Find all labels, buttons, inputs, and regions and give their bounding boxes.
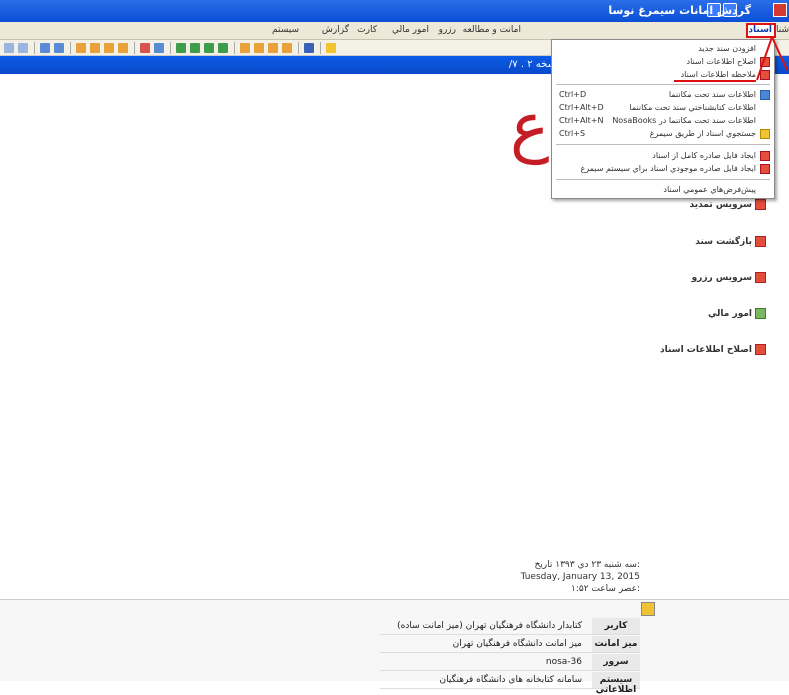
service-renew[interactable]: سرويس تمديد [690, 199, 766, 210]
app-logo-icon [773, 3, 787, 17]
menu-item-edit-document[interactable]: اصلاح اطلاعات اسناد [552, 56, 774, 68]
menu-item-export-full[interactable]: ايجاد فايل صادره کامل از اسناد [552, 150, 774, 162]
export-inventory-icon [760, 164, 770, 174]
service-finance[interactable]: امور مالي [708, 308, 766, 319]
renew-icon[interactable] [176, 43, 186, 53]
doc-edit-icon[interactable] [104, 43, 114, 53]
search-simorgh-icon [760, 129, 770, 139]
forward-icon[interactable] [4, 43, 14, 53]
menu-more[interactable]: شنا [776, 25, 789, 35]
fine-icon[interactable] [204, 43, 214, 53]
renew-service-icon [755, 199, 766, 210]
menu-bar: سيستم گزارش کارت امور مالي رزرو امانت و … [0, 22, 789, 40]
service-return[interactable]: بازگشت سند [695, 236, 766, 247]
status-info-panel: کاربر کتابدار دانشگاه فرهنگيان تهران (مي… [0, 599, 789, 695]
doc-cursor-icon [760, 90, 770, 100]
title-bar: گردش امانات سيمرغ نوسا [0, 0, 789, 22]
return-icon[interactable] [154, 43, 164, 53]
menu-item-export-inventory[interactable]: ايجاد فايل صادره موجودي اسناد براي سيستم… [552, 163, 774, 175]
menu-reserve[interactable]: رزرو [439, 25, 456, 35]
back-icon[interactable] [18, 43, 28, 53]
menu-documents[interactable]: اسناد [748, 25, 772, 35]
menu-system[interactable]: سيستم [272, 25, 299, 35]
search-icon[interactable] [326, 43, 336, 53]
menu-finance[interactable]: امور مالي [392, 25, 429, 35]
finance-service-icon [755, 308, 766, 319]
persian-date: سه شنبه ۲۳ دي ۱۳۹۳ [555, 560, 637, 570]
doc-view-icon[interactable] [118, 43, 128, 53]
menu-item-add-document[interactable]: افزودن سند جديد [552, 43, 774, 55]
report-2-icon[interactable] [254, 43, 264, 53]
simorgh-logo: ع [510, 88, 550, 165]
reserve-service-icon [755, 272, 766, 283]
card-icon[interactable] [218, 43, 228, 53]
view-document-icon [760, 70, 770, 80]
menu-card[interactable]: کارت [357, 25, 377, 35]
doc-icon[interactable] [76, 43, 86, 53]
menu-report[interactable]: گزارش [322, 25, 349, 35]
annotation-underline [674, 80, 756, 82]
window-title: گردش امانات سيمرغ نوسا [608, 4, 751, 17]
documents-dropdown-menu: افزودن سند جديد اصلاح اطلاعات اسناد ملاح… [551, 39, 775, 199]
info-row-user: کاربر کتابدار دانشگاه فرهنگيان تهران (مي… [380, 618, 640, 635]
calculator-icon[interactable] [304, 43, 314, 53]
users-icon[interactable] [40, 43, 50, 53]
menu-item-nosabooks[interactable]: Ctrl+Alt+N اطلاعات سند تحت مکاننما در No… [552, 115, 774, 127]
menu-item-doc-at-cursor[interactable]: Ctrl+D اطلاعات سند تحت مکاننما [552, 89, 774, 101]
service-edit-documents[interactable]: اصلاح اطلاعات اسناد [660, 344, 766, 355]
return-service-icon [755, 236, 766, 247]
report-3-icon[interactable] [268, 43, 278, 53]
user-search-icon[interactable] [54, 43, 64, 53]
export-full-icon [760, 151, 770, 161]
report-icon[interactable] [240, 43, 250, 53]
menu-item-biblio-at-cursor[interactable]: Ctrl+Alt+D اطلاعات کتابشناختي سند تحت مک… [552, 102, 774, 114]
menu-item-defaults[interactable]: پيش‌فرض‌هاي عمومي اسناد [552, 184, 774, 196]
loan-icon[interactable] [140, 43, 150, 53]
doc-add-icon[interactable] [90, 43, 100, 53]
date-time-area: سه شنبه ۲۳ دي ۱۳۹۳ تاريخ: Tuesday, Janua… [500, 560, 640, 598]
info-row-server: سرور nosa-36 [380, 654, 640, 671]
edit-documents-service-icon [755, 344, 766, 355]
info-row-desk: ميز امانت ميز امانت دانشگاه فرهنگيان تهر… [380, 636, 640, 653]
report-4-icon[interactable] [282, 43, 292, 53]
reserve-icon[interactable] [190, 43, 200, 53]
edit-document-icon [760, 57, 770, 67]
menu-item-search-simorgh[interactable]: Ctrl+S جستجوي اسناد از طريق سيمرغ [552, 128, 774, 140]
service-reserve[interactable]: سرويس رزرو [692, 272, 766, 283]
users-status-icon [641, 602, 655, 616]
gregorian-date: Tuesday, January 13, 2015 [520, 572, 640, 582]
menu-loan-study[interactable]: امانت و مطالعه [463, 25, 521, 35]
